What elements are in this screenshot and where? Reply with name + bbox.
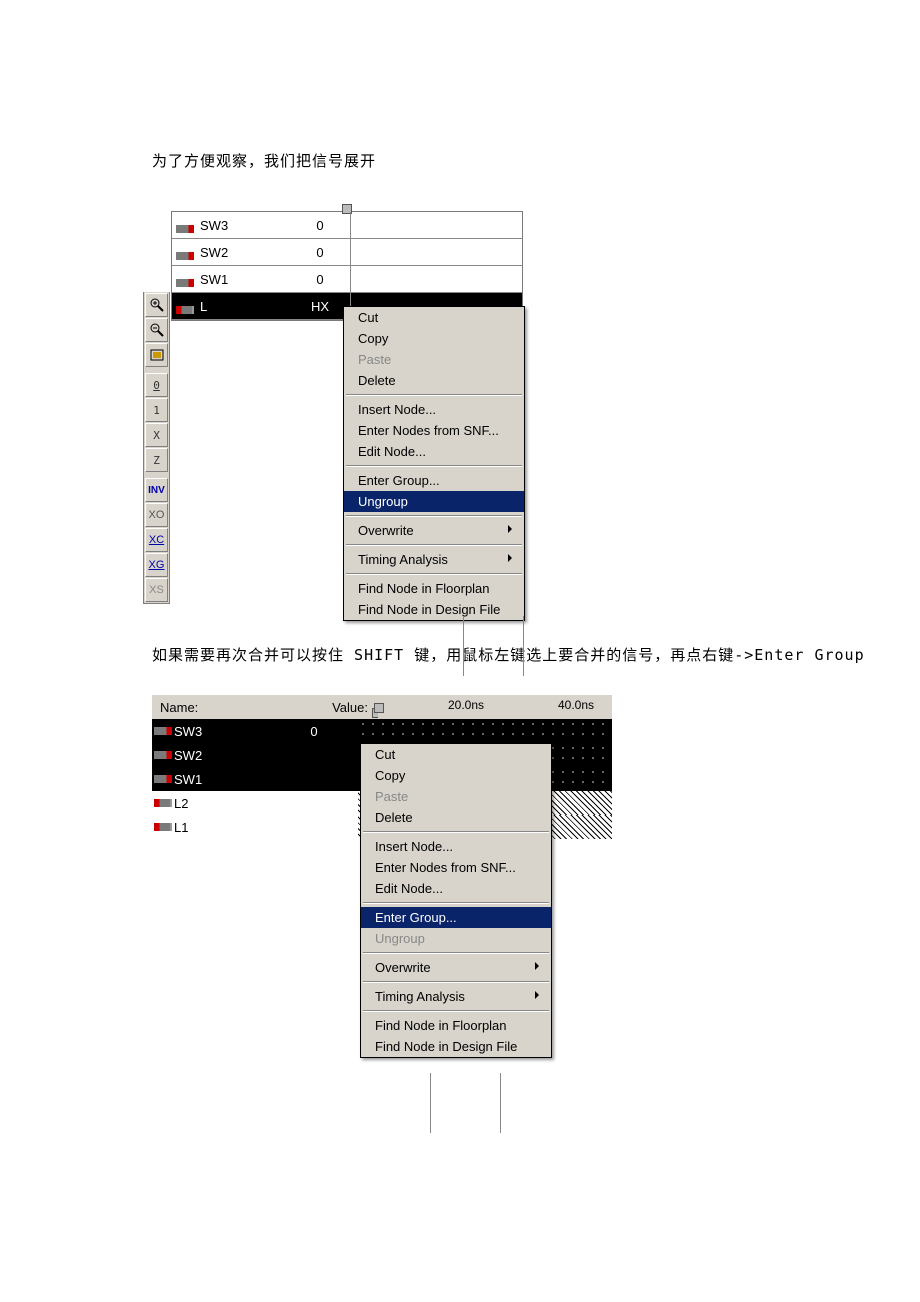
- menu-item[interactable]: Copy: [361, 765, 551, 786]
- menu-item[interactable]: Edit Node...: [344, 441, 524, 462]
- menu-item[interactable]: Copy: [344, 328, 524, 349]
- set-z-button[interactable]: Z: [145, 448, 168, 472]
- signal-row[interactable]: SW2 0: [172, 239, 522, 266]
- zoom-in-icon[interactable]: [145, 293, 168, 317]
- signal-name: SW2: [174, 748, 270, 763]
- signal-value: 0: [290, 245, 350, 260]
- signal-name: SW1: [198, 272, 290, 287]
- signal-list: SW3 0 SW2 0 SW1 0 L HX: [171, 211, 523, 321]
- screenshot-ungroup: 0 1 X Z INV XO XC XG XS SW3 0 SW2 0: [143, 211, 523, 604]
- paragraph-2: 如果需要再次合并可以按住 SHIFT 键，用鼠标左键选上要合并的信号，再点右键-…: [152, 644, 920, 665]
- waveform[interactable]: [350, 239, 522, 265]
- menu-item[interactable]: Find Node in Design File: [361, 1036, 551, 1057]
- submenu-arrow-icon: [508, 525, 516, 533]
- menu-item[interactable]: Find Node in Floorplan: [344, 578, 524, 599]
- input-pin-icon: [154, 775, 172, 783]
- input-pin-icon: [154, 727, 172, 735]
- signal-value: 0: [290, 272, 350, 287]
- signal-value: 0: [270, 724, 358, 739]
- menu-item[interactable]: Overwrite: [344, 520, 524, 541]
- waveform[interactable]: [350, 212, 522, 238]
- menu-item[interactable]: Find Node in Floorplan: [361, 1015, 551, 1036]
- signal-name: SW3: [198, 218, 290, 233]
- menu-item: Paste: [344, 349, 524, 370]
- context-menu: CutCopyPasteDelete Insert Node...Enter No…: [360, 743, 552, 1058]
- ruler-tick: 40.0ns: [558, 698, 594, 712]
- menu-item[interactable]: Delete: [344, 370, 524, 391]
- output-pin-icon: [154, 823, 172, 831]
- menu-item[interactable]: Timing Analysis: [344, 549, 524, 570]
- output-pin-icon: [154, 799, 172, 807]
- paragraph-1: 为了方便观察，我们把信号展开: [152, 0, 920, 171]
- ruler-tick: 20.0ns: [448, 698, 484, 712]
- menu-item[interactable]: Cut: [361, 744, 551, 765]
- context-menu: CutCopyPasteDelete Insert Node...Enter No…: [343, 306, 525, 621]
- signal-name: L2: [174, 796, 270, 811]
- vertical-toolbar: 0 1 X Z INV XO XC XG XS: [143, 292, 170, 604]
- menu-item[interactable]: Enter Nodes from SNF...: [361, 857, 551, 878]
- submenu-arrow-icon: [508, 554, 516, 562]
- menu-item[interactable]: Cut: [344, 307, 524, 328]
- menu-item[interactable]: Overwrite: [361, 957, 551, 978]
- signal-name: L: [198, 299, 290, 314]
- table-header: Name: Value: 20.0ns 40.0ns: [152, 695, 612, 719]
- submenu-arrow-icon: [535, 962, 543, 970]
- input-pin-icon: [154, 751, 172, 759]
- menu-item: Ungroup: [361, 928, 551, 949]
- submenu-arrow-icon: [535, 991, 543, 999]
- output-pin-icon: [176, 306, 194, 314]
- timeline-guides: [343, 616, 523, 676]
- menu-item: Paste: [361, 786, 551, 807]
- set-x-button[interactable]: X: [145, 423, 168, 447]
- menu-item[interactable]: Edit Node...: [361, 878, 551, 899]
- zoom-out-icon[interactable]: [145, 318, 168, 342]
- xs-button[interactable]: XS: [145, 578, 168, 602]
- input-pin-icon: [176, 225, 194, 233]
- input-pin-icon: [176, 252, 194, 260]
- column-value: Value:: [280, 700, 378, 715]
- signal-value: HX: [290, 299, 350, 314]
- column-name: Name:: [152, 700, 280, 715]
- ruler-handle-icon[interactable]: [374, 703, 384, 713]
- xo-button[interactable]: XO: [145, 503, 168, 527]
- menu-item[interactable]: Insert Node...: [361, 836, 551, 857]
- signal-name: SW2: [198, 245, 290, 260]
- signal-name: L1: [174, 820, 270, 835]
- fit-icon[interactable]: [145, 343, 168, 367]
- signal-row[interactable]: SW1 0: [172, 266, 522, 293]
- signal-name: SW1: [174, 772, 270, 787]
- menu-item[interactable]: Timing Analysis: [361, 986, 551, 1007]
- signal-row[interactable]: SW3 0: [172, 212, 522, 239]
- menu-item[interactable]: Insert Node...: [344, 399, 524, 420]
- signal-row[interactable]: SW30: [152, 719, 612, 743]
- inv-button[interactable]: INV: [145, 478, 168, 502]
- menu-item[interactable]: Enter Group...: [361, 907, 551, 928]
- set-0-button[interactable]: 0: [145, 373, 168, 397]
- menu-item[interactable]: Delete: [361, 807, 551, 828]
- input-pin-icon: [176, 279, 194, 287]
- screenshot-enter-group: Name: Value: 20.0ns 40.0ns SW30SW2SW1L2L…: [152, 695, 612, 839]
- xg-button[interactable]: XG: [145, 553, 168, 577]
- time-ruler[interactable]: 20.0ns 40.0ns: [378, 695, 612, 719]
- menu-item[interactable]: Enter Nodes from SNF...: [344, 420, 524, 441]
- menu-item[interactable]: Enter Group...: [344, 470, 524, 491]
- xc-button[interactable]: XC: [145, 528, 168, 552]
- menu-item[interactable]: Ungroup: [344, 491, 524, 512]
- waveform[interactable]: [350, 266, 522, 292]
- signal-value: 0: [290, 218, 350, 233]
- set-1-button[interactable]: 1: [145, 398, 168, 422]
- signal-name: SW3: [174, 724, 270, 739]
- waveform[interactable]: [358, 719, 612, 743]
